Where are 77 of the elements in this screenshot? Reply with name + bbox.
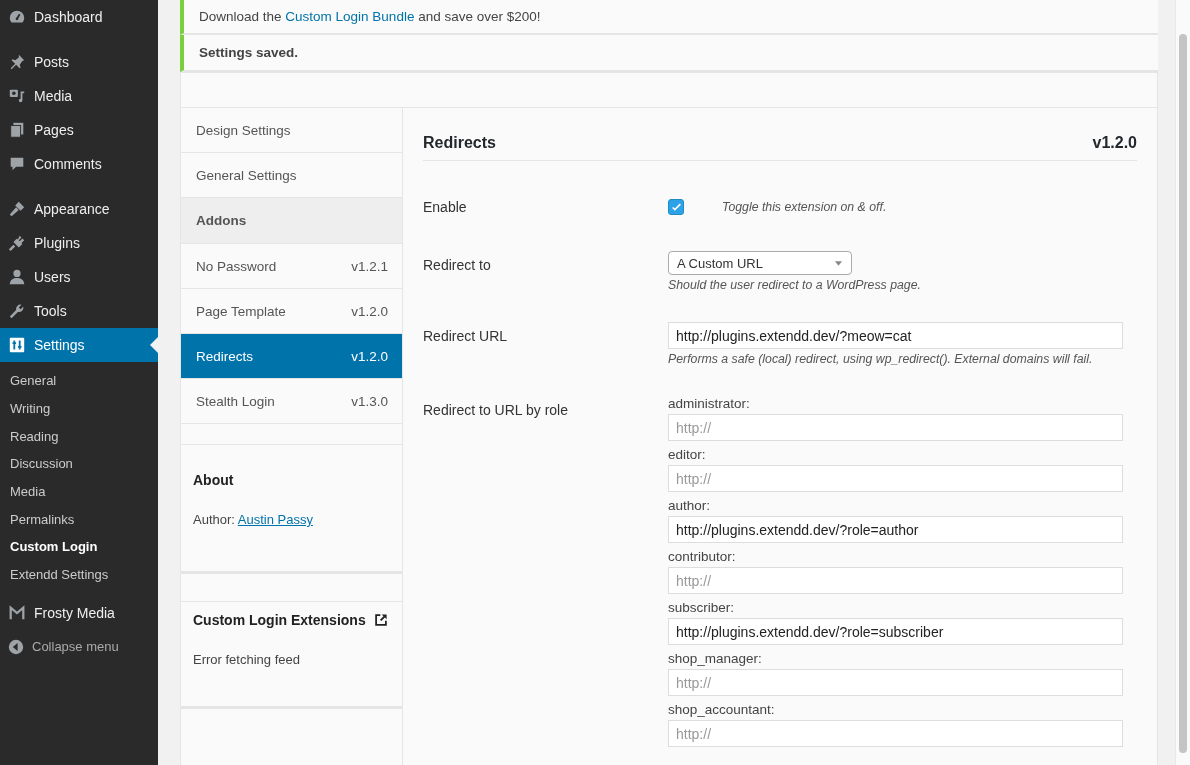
sliders-icon: [8, 336, 26, 354]
extensions-heading: Custom Login Extensions: [193, 612, 366, 628]
menu-item[interactable]: Appearance: [0, 192, 158, 226]
nav-tab[interactable]: Redirects v1.2.0: [181, 334, 402, 379]
media-icon: [8, 87, 26, 105]
submenu-item[interactable]: Writing: [0, 394, 158, 423]
section-version: v1.2.0: [1092, 134, 1137, 152]
field-description: Should the user redirect to a WordPress page.: [668, 278, 922, 292]
role-label: editor:: [668, 447, 707, 464]
section-title: Redirects: [423, 134, 496, 152]
nav-tab[interactable]: No Password v1.2.1: [181, 244, 402, 289]
version-label: v1.2.1: [351, 258, 388, 274]
notice-text: Download the Custom Login Bundle and save over $200!: [199, 9, 541, 24]
role-url-input[interactable]: http://: [668, 567, 1123, 594]
field-label: Redirect to: [423, 256, 492, 275]
role-label: shop_manager:: [668, 651, 763, 668]
field-label: Redirect URL: [423, 327, 509, 346]
collapse-menu-button[interactable]: Collapse menu: [0, 629, 158, 664]
role-url-input[interactable]: http://: [668, 720, 1123, 747]
enable-checkbox[interactable]: [668, 199, 684, 215]
nav-tab[interactable]: Design Settings: [181, 108, 402, 153]
about-heading: About: [193, 472, 235, 488]
letter-m-icon: [8, 603, 26, 622]
redirect-select[interactable]: A Custom URL: [668, 251, 852, 275]
submenu-item[interactable]: General: [0, 367, 158, 395]
menu-item[interactable]: Pages: [0, 113, 158, 147]
menu-item[interactable]: Tools: [0, 294, 158, 328]
menu-item[interactable]: Plugins: [0, 226, 158, 260]
menu-item[interactable]: Comments: [0, 147, 158, 181]
pin-icon: [8, 53, 26, 71]
role-url-input[interactable]: http://plugins.extendd.dev/?role=subscriber: [668, 618, 1123, 645]
field-label: Enable: [423, 198, 468, 217]
menu-item[interactable]: Frosty Media: [0, 595, 158, 630]
submenu-item[interactable]: Permalinks: [0, 505, 158, 534]
author-text: Author: Austin Passy: [193, 512, 314, 527]
menu-item[interactable]: Settings: [0, 328, 158, 362]
version-label: v1.3.0: [351, 393, 388, 409]
pages-icon: [8, 121, 26, 139]
role-label: administrator:: [668, 396, 751, 413]
scrollbar-thumb[interactable]: [1179, 34, 1187, 753]
role-url-input[interactable]: http://: [668, 465, 1123, 492]
role-label: author:: [668, 498, 712, 515]
role-url-input[interactable]: http://: [668, 414, 1123, 441]
brush-icon: [8, 200, 26, 218]
role-label: contributor:: [668, 549, 737, 566]
person-icon: [8, 268, 26, 286]
external-link-icon[interactable]: [373, 613, 388, 627]
nav-section-heading: Addons: [181, 198, 402, 244]
notice-text: Settings saved.: [199, 45, 299, 60]
role-url-input[interactable]: http://: [668, 669, 1123, 696]
author-link[interactable]: Austin Passy: [237, 512, 313, 527]
version-label: v1.2.0: [351, 348, 388, 364]
menu-item[interactable]: Dashboard: [0, 0, 158, 34]
url-input[interactable]: http://plugins.extendd.dev/?meow=cat: [668, 322, 1123, 349]
dropdown-caret-icon: [834, 258, 843, 268]
version-label: v1.2.0: [351, 303, 388, 319]
check-icon: [670, 201, 682, 213]
role-url-input[interactable]: http://plugins.extendd.dev/?role=author: [668, 516, 1123, 543]
field-description: Performs a safe (local) redirect, using wp_redirect(). External domains will fail.: [668, 352, 1094, 366]
feed-error-text: Error fetching feed: [193, 652, 301, 667]
submenu-item[interactable]: Extendd Settings: [0, 560, 158, 589]
role-label: shop_accountant:: [668, 702, 776, 719]
menu-item[interactable]: Users: [0, 260, 158, 294]
submenu-item[interactable]: Discussion: [0, 450, 158, 478]
plug-icon: [8, 234, 26, 252]
field-label: Redirect to URL by role: [423, 401, 569, 420]
submenu-item[interactable]: Custom Login: [0, 533, 158, 561]
menu-item[interactable]: Media: [0, 79, 158, 113]
submenu-item[interactable]: Media: [0, 477, 158, 506]
nav-tab[interactable]: Stealth Login v1.3.0: [181, 379, 402, 424]
role-label: subscriber:: [668, 600, 736, 617]
submenu-item[interactable]: Reading: [0, 422, 158, 451]
collapse-icon: [8, 638, 24, 655]
wrench-icon: [8, 302, 26, 320]
bundle-link[interactable]: Custom Login Bundle: [285, 9, 415, 24]
field-description: Toggle this extension on & off.: [722, 200, 887, 214]
menu-item[interactable]: Posts: [0, 45, 158, 79]
